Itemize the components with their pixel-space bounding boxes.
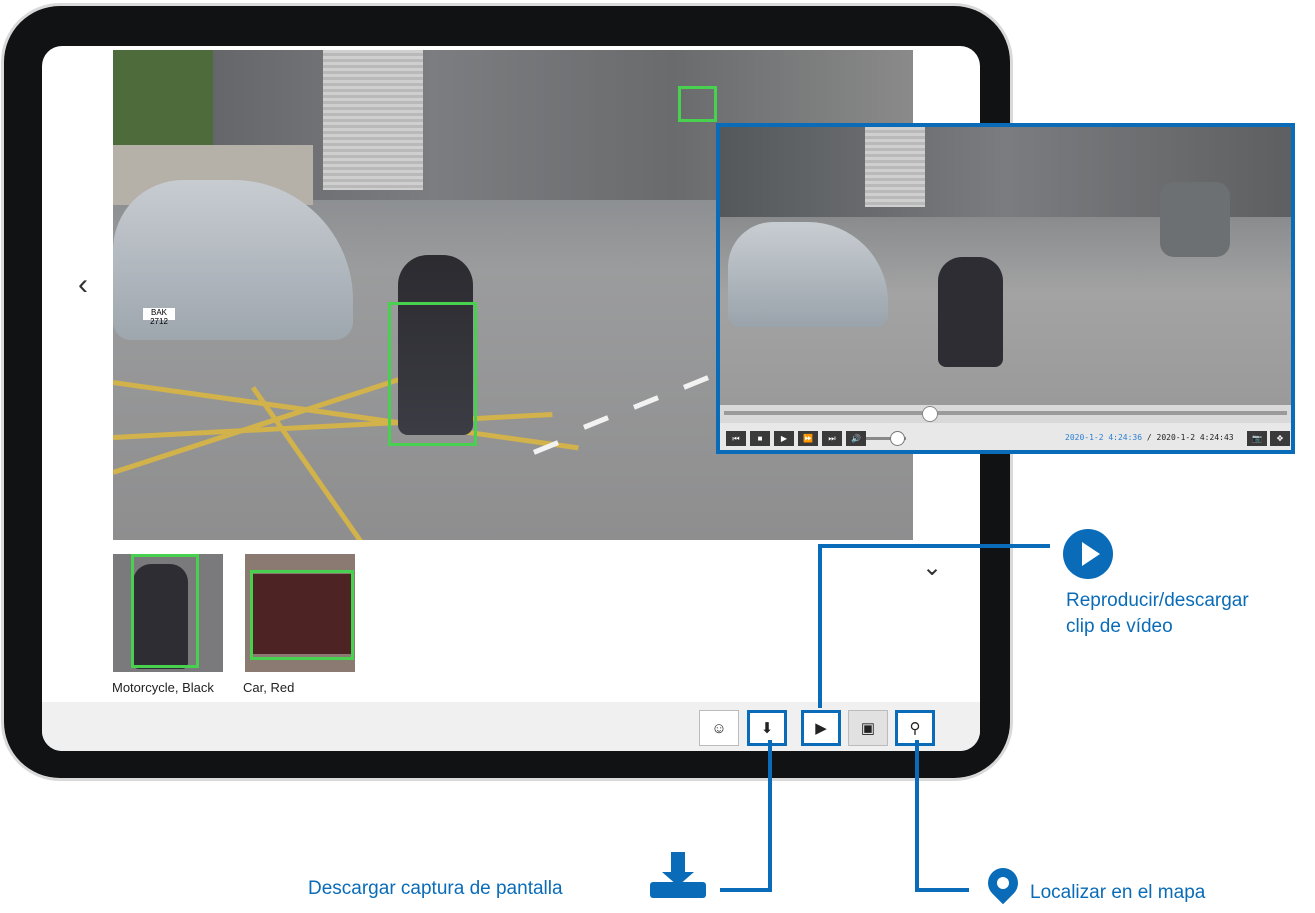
thumbnail-motorcycle[interactable]: [113, 554, 223, 672]
image-icon: ▣: [860, 720, 876, 737]
detection-box-car[interactable]: [678, 86, 717, 122]
fast-forward-button[interactable]: ⏩: [798, 431, 818, 446]
current-time: 2020-1-2 4:24:36: [1065, 433, 1143, 442]
snapshot-button[interactable]: 📷: [1247, 431, 1267, 446]
video-player: ⏮ ■ ▶ ⏩ ⏭ 🔊 2020-1-2 4:24:36 / 2020-1-2 …: [716, 123, 1295, 454]
play-icon: ▶: [815, 720, 827, 737]
timestamp: 2020-1-2 4:24:36 / 2020-1-2 4:24:43: [1065, 433, 1234, 442]
seek-bar[interactable]: [720, 405, 1291, 423]
volume-icon[interactable]: 🔊: [846, 431, 866, 446]
map-pin-icon: ⚲: [909, 720, 921, 737]
volume-handle[interactable]: [890, 431, 905, 446]
silver-car: [728, 222, 888, 327]
play-clip-button[interactable]: ▶: [801, 710, 841, 746]
thumbnail-car[interactable]: [245, 554, 355, 672]
download-callout: Descargar captura de pantalla: [308, 878, 563, 899]
skip-back-button[interactable]: ⏮: [726, 431, 746, 446]
download-icon: ⬇: [760, 720, 774, 737]
image-button[interactable]: ▣: [848, 710, 888, 746]
shop-shutter: [323, 50, 423, 190]
lane-dash: [633, 395, 659, 410]
play-callout-icon: [1063, 529, 1113, 579]
detection-box-motorcycle[interactable]: [388, 302, 477, 446]
play-button[interactable]: ▶: [774, 431, 794, 446]
map-callout-icon: [981, 861, 1025, 908]
player-controls: ⏮ ■ ▶ ⏩ ⏭ 🔊 2020-1-2 4:24:36 / 2020-1-2 …: [720, 423, 1291, 450]
motorcycle-rider: [938, 257, 1003, 367]
lane-dash: [583, 415, 609, 430]
video-frame: [720, 127, 1291, 405]
previous-arrow-icon[interactable]: ‹: [78, 268, 88, 302]
play-callout: Reproducir/descargar clip de vídeo: [1066, 590, 1249, 637]
end-time: 2020-1-2 4:24:43: [1156, 433, 1234, 442]
license-plate: BAK 2712: [143, 308, 175, 326]
stop-button[interactable]: ■: [750, 431, 770, 446]
face-detect-button[interactable]: ☺: [699, 710, 739, 746]
seek-handle[interactable]: [921, 406, 938, 422]
thumbnail-label: Motorcycle, Black: [112, 680, 214, 695]
expand-chevron-icon[interactable]: ⌄: [922, 553, 942, 582]
thumbnail-bbox: [250, 570, 354, 660]
lane-dash: [683, 375, 709, 390]
download-callout-icon: [650, 852, 706, 898]
thumbnail-label: Car, Red: [243, 680, 295, 695]
skip-forward-button[interactable]: ⏭: [822, 431, 842, 446]
map-callout: Localizar en el mapa: [1030, 882, 1206, 903]
fullscreen-button[interactable]: ✥: [1270, 431, 1290, 446]
face-detect-icon: ☺: [711, 719, 727, 737]
download-screenshot-button[interactable]: ⬇: [747, 710, 787, 746]
thumbnail-bbox: [131, 554, 199, 668]
